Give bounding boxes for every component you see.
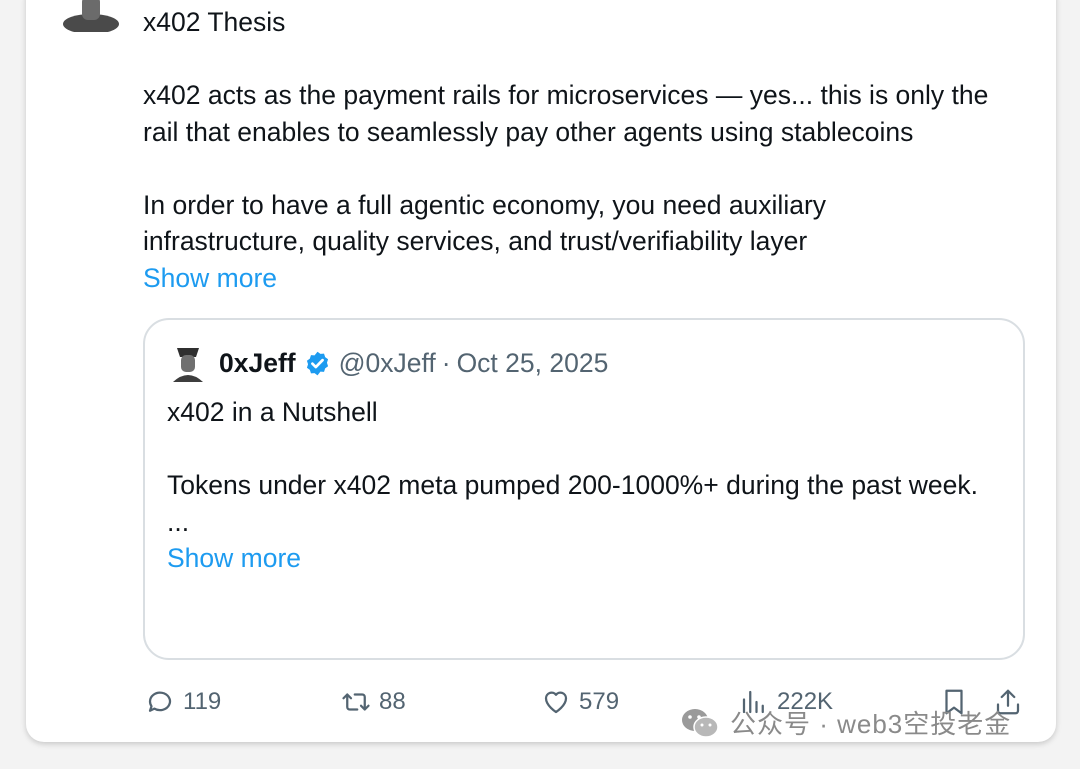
wechat-icon xyxy=(682,708,719,738)
quote-text: Tokens under x402 meta pumped 200-1000%+… xyxy=(167,470,978,500)
reply-icon xyxy=(148,691,172,712)
wechat-watermark: 公众号 · web3空投老金 xyxy=(680,704,1011,741)
repost-button[interactable]: 88 xyxy=(341,682,406,722)
tweet-paragraph-2: In order to have a full agentic economy,… xyxy=(143,189,827,257)
author-avatar[interactable] xyxy=(62,0,120,32)
quote-date[interactable]: Oct 25, 2025 xyxy=(457,348,609,379)
reply-button[interactable]: 119 xyxy=(145,682,221,722)
tweet-title: x402 Thesis xyxy=(143,7,286,37)
quote-header: 0xJeff @0xJeff · Oct 25, 2025 xyxy=(167,342,608,384)
quote-author-name[interactable]: 0xJeff xyxy=(219,348,296,379)
like-button[interactable]: 579 xyxy=(541,682,619,722)
quoted-tweet[interactable]: 0xJeff @0xJeff · Oct 25, 2025 x402 in a … xyxy=(143,318,1025,660)
tweet-paragraph-1: x402 acts as the payment rails for micro… xyxy=(143,80,989,147)
tweet-body: x402 Thesis x402 acts as the payment rai… xyxy=(143,4,1033,296)
watermark-text: 公众号 · web3空投老金 xyxy=(730,709,1012,739)
repost-count: 88 xyxy=(379,688,406,715)
quote-author-handle[interactable]: @0xJeff xyxy=(339,348,436,379)
verified-badge-icon xyxy=(306,351,328,375)
quote-ellipsis: ... xyxy=(167,506,190,537)
show-more-link[interactable]: Show more xyxy=(143,260,277,297)
heart-icon xyxy=(544,691,568,714)
repost-icon xyxy=(342,693,370,711)
quote-show-more-link[interactable]: Show more xyxy=(167,540,301,577)
quote-title: x402 in a Nutshell xyxy=(167,397,378,427)
quote-avatar[interactable] xyxy=(167,342,209,384)
quote-body: x402 in a Nutshell Tokens under x402 met… xyxy=(167,394,987,577)
like-count: 579 xyxy=(579,688,620,715)
reply-count: 119 xyxy=(183,688,222,715)
quote-separator: · xyxy=(441,347,451,378)
